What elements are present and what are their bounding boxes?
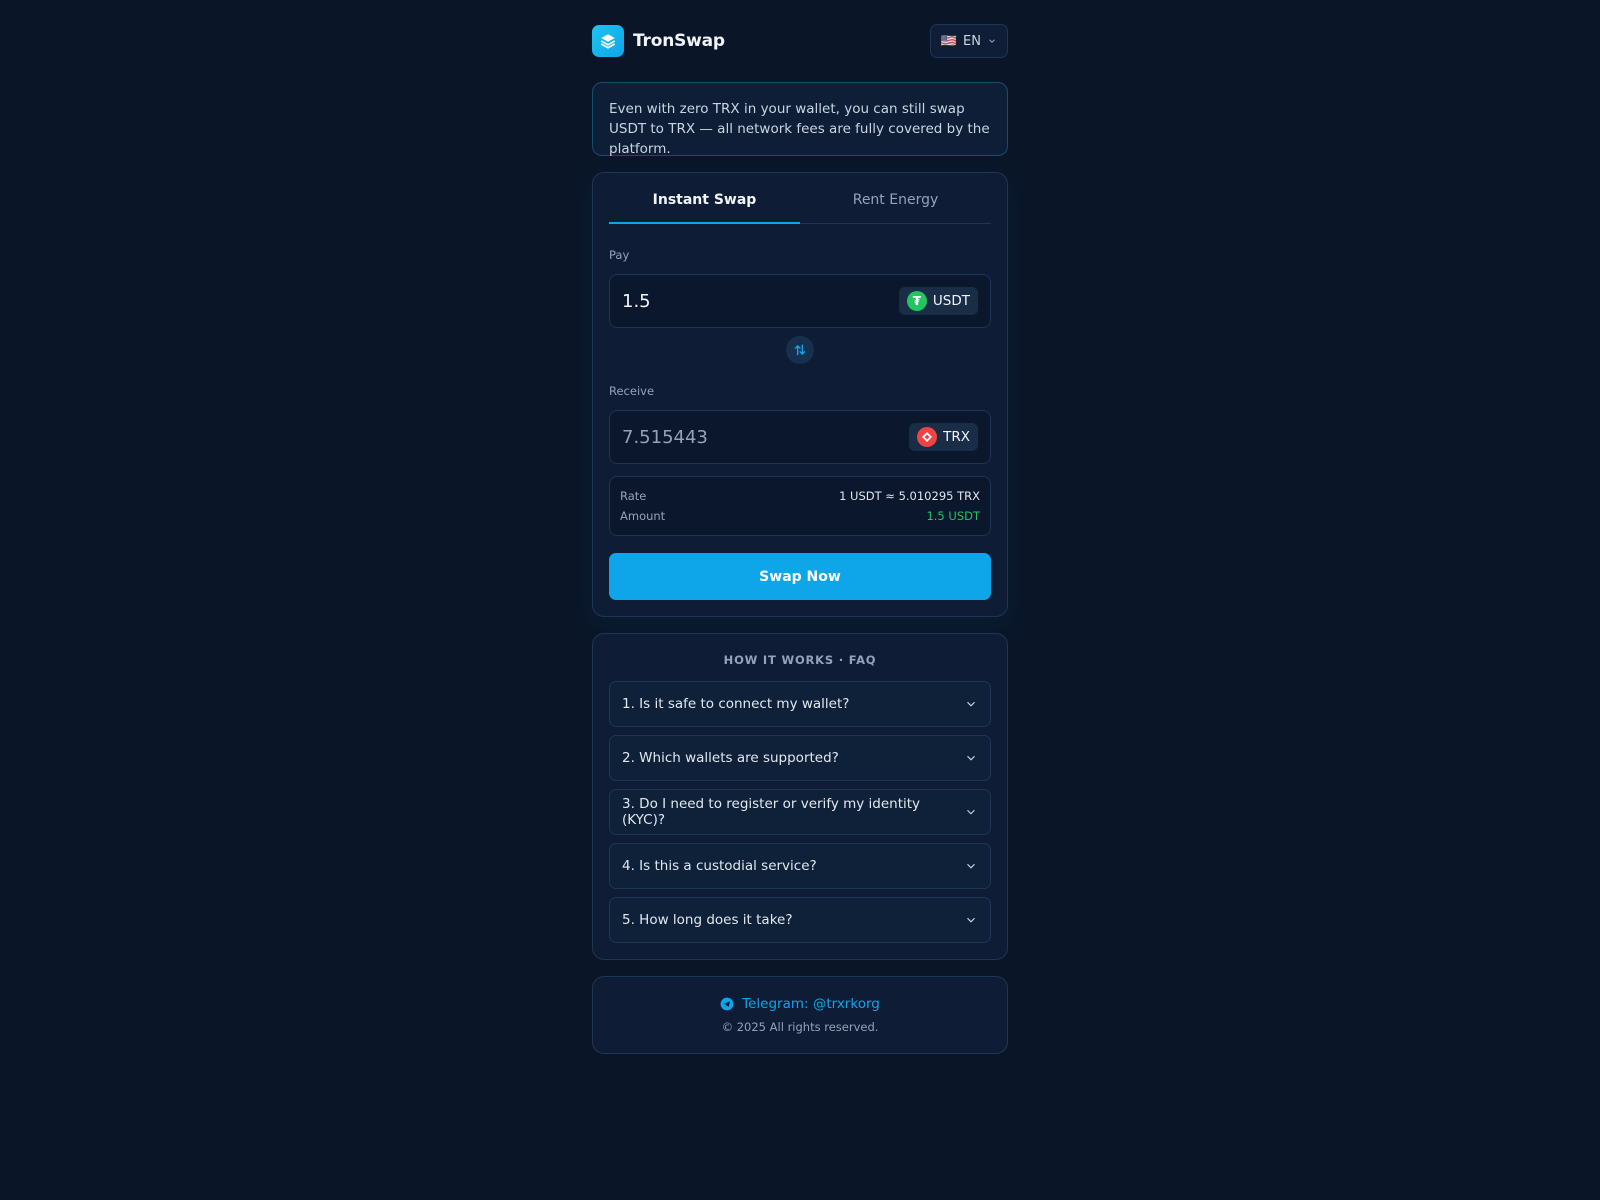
language-selector[interactable]: 🇺🇸 EN — [929, 24, 1008, 58]
pay-token-selector[interactable]: ₮ USDT — [898, 287, 978, 315]
receive-label: Receive — [609, 384, 655, 398]
rate-label: Rate — [620, 489, 647, 503]
telegram-icon — [720, 997, 734, 1011]
amount-value: 1.5 USDT — [926, 509, 980, 523]
trx-token-icon — [917, 427, 938, 447]
amount-label: Amount — [620, 509, 666, 523]
brand-name: TronSwap — [633, 31, 725, 51]
brand[interactable]: TronSwap — [592, 25, 725, 57]
faq-list: 1. Is it safe to connect my wallet? 2. W… — [609, 681, 991, 943]
receive-token-selector[interactable]: TRX — [909, 423, 978, 451]
faq-item[interactable]: 2. Which wallets are supported? — [609, 735, 991, 781]
app-container: TronSwap 🇺🇸 EN Even with zero TRX in you… — [592, 0, 1008, 1054]
rate-value: 1 USDT ≈ 5.010295 TRX — [839, 489, 980, 503]
fee-notice: Even with zero TRX in your wallet, you c… — [592, 82, 1008, 157]
swap-now-button[interactable]: Swap Now — [609, 553, 991, 600]
faq-question: 3. Do I need to register or verify my id… — [622, 796, 921, 828]
amount-row: Amount 1.5 USDT — [620, 506, 980, 526]
copyright: © 2025 All rights reserved. — [721, 1020, 879, 1034]
usdt-token-icon: ₮ — [906, 291, 927, 311]
faq-item[interactable]: 5. How long does it take? — [609, 897, 991, 943]
pay-label: Pay — [609, 248, 630, 262]
top-bar: TronSwap 🇺🇸 EN — [592, 0, 1008, 82]
faq-question: 4. Is this a custodial service? — [622, 858, 817, 874]
telegram-link[interactable]: Telegram: @trxrkorg — [720, 996, 880, 1012]
faq-item[interactable]: 3. Do I need to register or verify my id… — [609, 789, 991, 835]
swap-vertical-icon[interactable] — [786, 336, 814, 364]
receive-token-label: TRX — [943, 429, 970, 445]
telegram-handle: Telegram: @trxrkorg — [742, 996, 880, 1012]
pay-amount-input[interactable] — [622, 290, 862, 312]
faq-title: HOW IT WORKS · FAQ — [723, 652, 877, 667]
chevron-down-icon — [989, 39, 995, 43]
swap-info: Rate 1 USDT ≈ 5.010295 TRX Amount 1.5 US… — [609, 476, 991, 536]
receive-amount-output — [622, 426, 862, 448]
swap-direction-row — [609, 336, 991, 364]
language-code: EN — [963, 33, 981, 49]
pay-field: ₮ USDT — [609, 274, 991, 328]
chevron-down-icon — [967, 701, 975, 707]
tab-rent-energy[interactable]: Rent Energy — [800, 173, 991, 223]
faq-question: 5. How long does it take? — [622, 912, 793, 928]
chevron-down-icon — [967, 809, 975, 815]
tab-instant-swap[interactable]: Instant Swap — [609, 173, 800, 224]
faq-item[interactable]: 4. Is this a custodial service? — [609, 843, 991, 889]
layers-icon — [592, 25, 624, 57]
faq-question: 1. Is it safe to connect my wallet? — [622, 696, 850, 712]
chevron-down-icon — [967, 863, 975, 869]
receive-field: TRX — [609, 410, 991, 464]
rate-row: Rate 1 USDT ≈ 5.010295 TRX — [620, 486, 980, 506]
faq-question: 2. Which wallets are supported? — [622, 750, 839, 766]
chevron-down-icon — [967, 755, 975, 761]
chevron-down-icon — [967, 917, 975, 923]
us-flag-icon: 🇺🇸 — [940, 33, 958, 49]
swap-tabs: Instant Swap Rent Energy — [609, 173, 991, 224]
pay-token-label: USDT — [932, 293, 970, 309]
footer: Telegram: @trxrkorg © 2025 All rights re… — [592, 976, 1008, 1054]
faq-item[interactable]: 1. Is it safe to connect my wallet? — [609, 681, 991, 727]
faq-card: HOW IT WORKS · FAQ 1. Is it safe to conn… — [592, 633, 1008, 960]
swap-card: Instant Swap Rent Energy Pay ₮ USDT Rece… — [592, 172, 1008, 617]
